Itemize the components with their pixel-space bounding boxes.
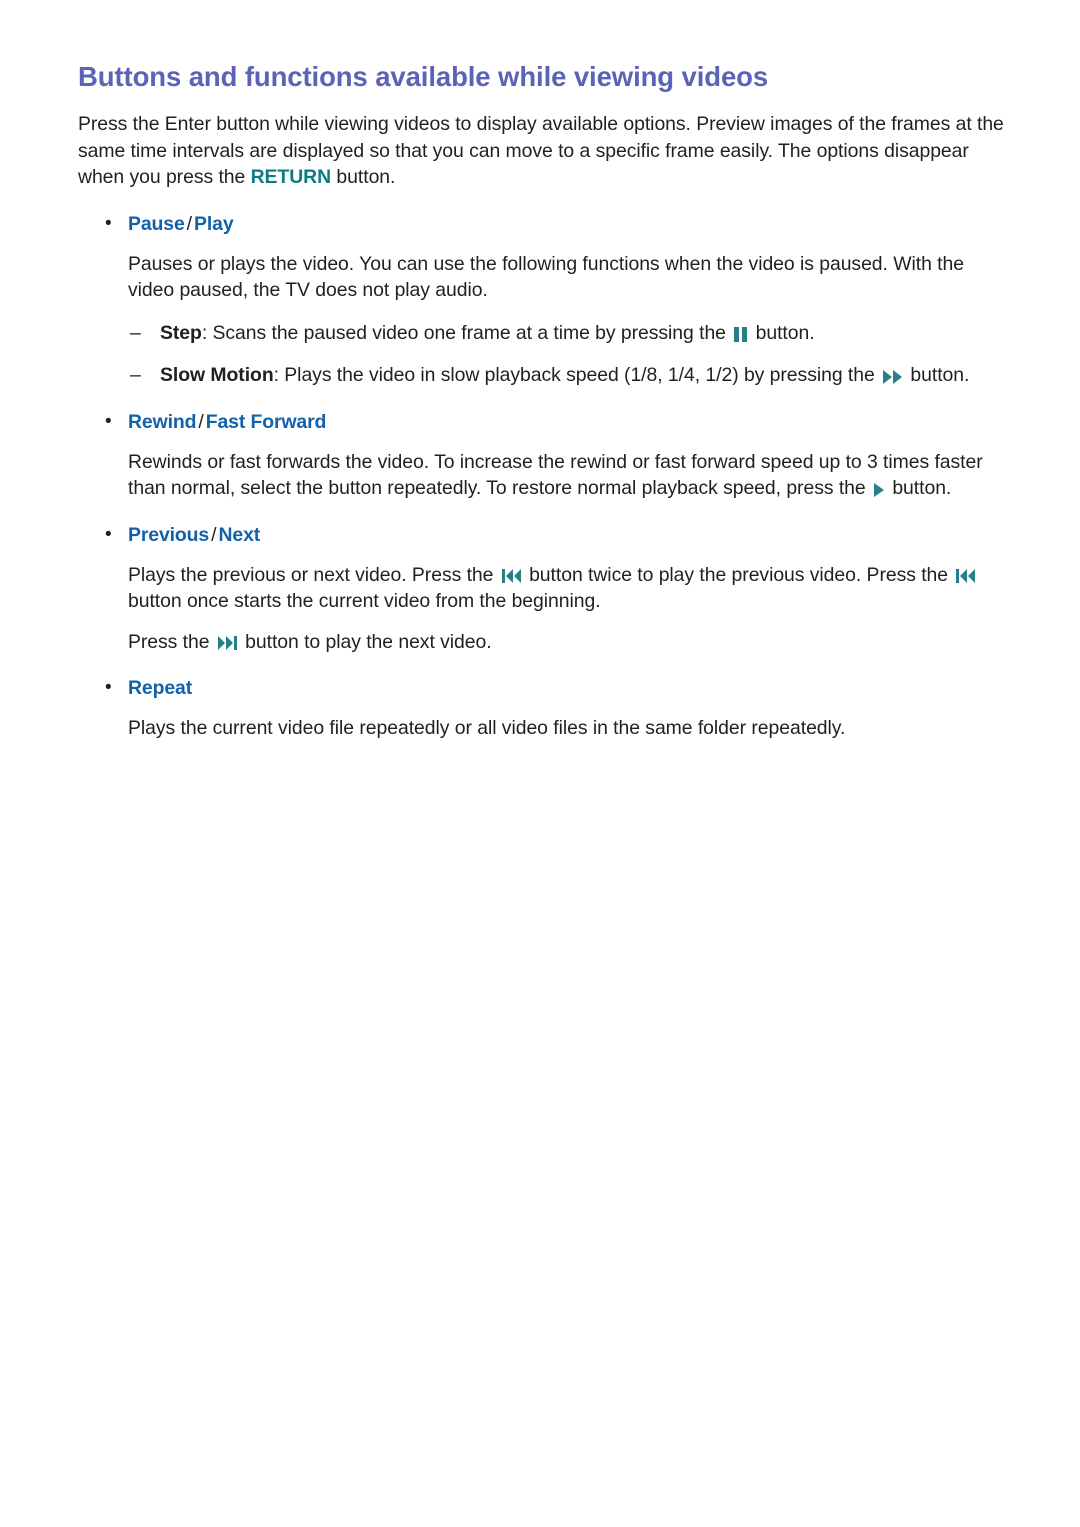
section-heading-pause-play: • Pause / Play bbox=[78, 211, 1008, 237]
return-keyword: RETURN bbox=[250, 166, 332, 188]
sub-item-label-step: Step bbox=[160, 321, 202, 344]
bullet-dot-icon: • bbox=[105, 523, 112, 545]
body-text-before: Press the bbox=[128, 630, 215, 653]
title-separator: / bbox=[211, 523, 217, 546]
title-separator: / bbox=[198, 410, 204, 433]
section-body-repeat: Plays the current video file repeatedly … bbox=[128, 717, 846, 739]
sub-item-text-step-after: button. bbox=[750, 321, 815, 344]
sub-item-step: – Step: Scans the paused video one frame … bbox=[78, 320, 1008, 347]
section-title-play: Play bbox=[194, 212, 234, 235]
next-icon bbox=[217, 636, 237, 651]
previous-icon bbox=[501, 569, 521, 584]
pause-icon bbox=[734, 326, 748, 342]
section-body-next-video: Press the button to play the next video. bbox=[78, 629, 1008, 656]
sub-item-text-slow-before: : Plays the video in slow playback speed… bbox=[273, 364, 881, 386]
section-title-next: Next bbox=[218, 523, 261, 546]
section-title-fast-forward: Fast Forward bbox=[205, 410, 327, 433]
section-title-pause: Pause bbox=[128, 212, 185, 235]
play-icon bbox=[873, 482, 884, 497]
section-body-rewind-fast-forward: Rewinds or fast forwards the video. To i… bbox=[78, 449, 1008, 502]
section-heading-previous-next: • Previous / Next bbox=[78, 522, 1008, 548]
section-title-previous: Previous bbox=[128, 523, 210, 546]
page-content: Buttons and functions available while vi… bbox=[78, 60, 1008, 742]
sub-item-text-slow-after: button. bbox=[905, 364, 970, 386]
sub-item-text-step-before: : Scans the paused video one frame at a … bbox=[201, 321, 732, 344]
fast-forward-icon bbox=[883, 369, 903, 384]
intro-paragraph: Press the Enter button while viewing vid… bbox=[78, 111, 1008, 191]
section-body-pause-play: Pauses or plays the video. You can use t… bbox=[128, 252, 964, 302]
previous-icon bbox=[956, 569, 976, 584]
body-text-middle: button twice to play the previous video.… bbox=[523, 563, 954, 586]
page-title: Buttons and functions available while vi… bbox=[78, 61, 769, 92]
sub-item-slow-motion: – Slow Motion: Plays the video in slow pl… bbox=[78, 362, 1008, 389]
body-text-before: Rewinds or fast forwards the video. To i… bbox=[128, 450, 983, 500]
intro-text-part2: button. bbox=[331, 166, 396, 188]
section-body-previous-next: Plays the previous or next video. Press … bbox=[78, 562, 1008, 615]
section-heading-repeat: • Repeat bbox=[78, 675, 1008, 701]
section-heading-rewind-fast-forward: • Rewind / Fast Forward bbox=[78, 409, 1008, 435]
document-page: Buttons and functions available while vi… bbox=[0, 0, 1080, 1527]
dash-marker-icon: – bbox=[130, 364, 141, 386]
intro-text-part1: Press the Enter button while viewing vid… bbox=[78, 113, 1004, 188]
sub-item-label-slow-motion: Slow Motion bbox=[160, 364, 274, 386]
section-title-repeat: Repeat bbox=[128, 677, 193, 699]
dash-marker-icon: – bbox=[130, 321, 141, 344]
body-text-before: Plays the previous or next video. Press … bbox=[128, 563, 499, 586]
body-text-after: button to play the next video. bbox=[239, 630, 492, 653]
bullet-dot-icon: • bbox=[105, 677, 112, 698]
bullet-dot-icon: • bbox=[105, 212, 112, 234]
bullet-dot-icon: • bbox=[105, 410, 112, 432]
section-title-rewind: Rewind bbox=[128, 410, 197, 433]
title-separator: / bbox=[186, 212, 193, 235]
body-text-after: button once starts the current video fro… bbox=[128, 590, 601, 612]
body-text-after: button. bbox=[886, 477, 952, 499]
